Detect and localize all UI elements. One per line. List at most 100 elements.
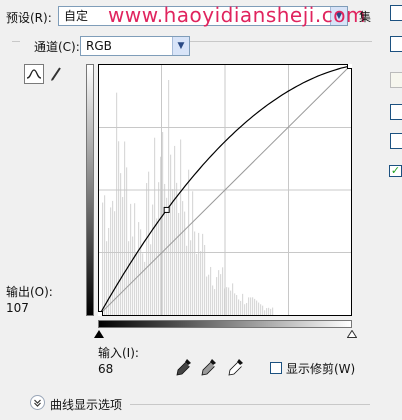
histogram-bar <box>176 182 178 315</box>
histogram-bar <box>268 307 270 315</box>
histogram-bar <box>234 293 236 315</box>
histogram-bar <box>214 289 216 315</box>
right-button[interactable] <box>390 133 402 149</box>
right-button[interactable] <box>390 36 402 52</box>
histogram-bar <box>108 227 110 315</box>
histogram-bar <box>174 145 176 315</box>
pencil-tool-button[interactable] <box>46 64 66 84</box>
curve-graph[interactable] <box>98 64 352 316</box>
channel-value: RGB <box>86 39 112 53</box>
input-label: 输入(I): <box>98 346 139 360</box>
histogram-bar <box>266 308 268 315</box>
histogram-bar <box>204 245 206 315</box>
histogram-bar <box>110 207 112 315</box>
histogram-bar <box>254 298 256 315</box>
histogram-bar <box>240 300 242 315</box>
histogram-bar <box>134 203 136 315</box>
histogram-bar <box>242 293 244 315</box>
white-point-slider[interactable] <box>347 330 357 338</box>
histogram-bar <box>150 244 152 315</box>
histogram-bar <box>238 299 240 315</box>
black-eyedropper-icon[interactable] <box>176 358 192 376</box>
histogram-bar <box>168 80 170 315</box>
gray-eyedropper-icon[interactable] <box>201 358 217 376</box>
histogram-bar <box>210 266 212 315</box>
channel-select[interactable]: RGB ▼ <box>80 36 190 56</box>
curve-control-point[interactable] <box>98 311 103 317</box>
input-value[interactable]: 68 <box>98 362 113 376</box>
histogram-bar <box>148 171 150 315</box>
histogram-bar <box>152 204 154 315</box>
curve-control-point[interactable] <box>163 206 170 213</box>
expand-icon[interactable] <box>30 395 45 410</box>
curve-display-options-label[interactable]: 曲线显示选项 <box>50 396 122 413</box>
histogram-bar <box>178 212 180 315</box>
histogram-bar <box>222 267 224 315</box>
show-clipping-checkbox[interactable] <box>270 362 282 374</box>
histogram-bar <box>130 203 132 315</box>
histogram-bar <box>262 305 264 315</box>
histogram-bar <box>156 218 158 315</box>
options-separator <box>130 404 370 405</box>
histogram-bar <box>192 191 194 315</box>
white-eyedropper-icon[interactable] <box>228 358 244 376</box>
histogram-bar <box>226 287 228 315</box>
input-gradient-bar <box>98 320 352 328</box>
preset-value: 自定 <box>64 9 89 23</box>
histogram-bar <box>212 285 214 315</box>
pencil-icon <box>51 67 61 81</box>
output-gradient-bar <box>86 64 94 316</box>
preset-options-label: 集 <box>359 10 372 24</box>
preset-label: 预设(R): <box>6 11 52 25</box>
histogram-bar <box>136 251 138 315</box>
histogram-bar <box>250 297 252 315</box>
histogram-bar <box>112 200 114 315</box>
histogram-bar <box>116 92 118 316</box>
histogram-bar <box>258 302 260 315</box>
histogram-bar <box>180 139 182 315</box>
histogram-bar <box>220 274 222 315</box>
right-button[interactable] <box>390 104 402 120</box>
histogram-bar <box>196 254 198 315</box>
histogram-bar <box>252 297 254 315</box>
right-button[interactable] <box>390 5 402 21</box>
dropdown-icon: ▼ <box>172 37 189 55</box>
show-clipping-label[interactable]: 显示修剪(W) <box>286 360 355 377</box>
histogram-bar <box>140 229 142 315</box>
histogram-bar <box>248 297 250 315</box>
preview-checkbox[interactable]: ✓ <box>389 165 402 177</box>
histogram-bar <box>188 169 190 315</box>
histogram-bar <box>118 141 120 315</box>
histogram-bar <box>202 233 204 315</box>
histogram-bar <box>218 270 220 315</box>
output-label: 输出(O): <box>6 285 53 299</box>
curve-tool-button[interactable] <box>24 64 44 84</box>
histogram-bar <box>246 303 248 315</box>
histogram-bar <box>260 304 262 315</box>
curve-tool-icon <box>26 69 42 79</box>
histogram-bar <box>190 240 192 315</box>
histogram-bar <box>228 287 230 315</box>
histogram-bar <box>186 245 188 315</box>
curve-control-point[interactable] <box>347 64 353 69</box>
histogram-bar <box>104 195 106 315</box>
histogram-bar <box>270 308 272 315</box>
output-value[interactable]: 107 <box>6 301 29 315</box>
histogram-bar <box>184 211 186 315</box>
histogram-bar <box>162 132 164 315</box>
group-border <box>190 41 372 42</box>
check-icon: ✓ <box>390 164 401 177</box>
histogram-bar <box>138 222 140 315</box>
histogram-bar <box>256 300 258 315</box>
histogram-bar <box>272 307 274 315</box>
histogram-bar <box>230 290 232 315</box>
histogram-bar <box>102 202 104 315</box>
black-point-slider[interactable] <box>94 330 104 338</box>
channel-label: 通道(C): <box>34 40 80 54</box>
histogram-bar <box>122 197 124 315</box>
histogram-bar <box>244 304 246 315</box>
histogram-bar <box>182 201 184 315</box>
histogram-bar <box>142 253 144 315</box>
histogram-bar <box>208 274 210 315</box>
histogram-bar <box>216 277 218 315</box>
